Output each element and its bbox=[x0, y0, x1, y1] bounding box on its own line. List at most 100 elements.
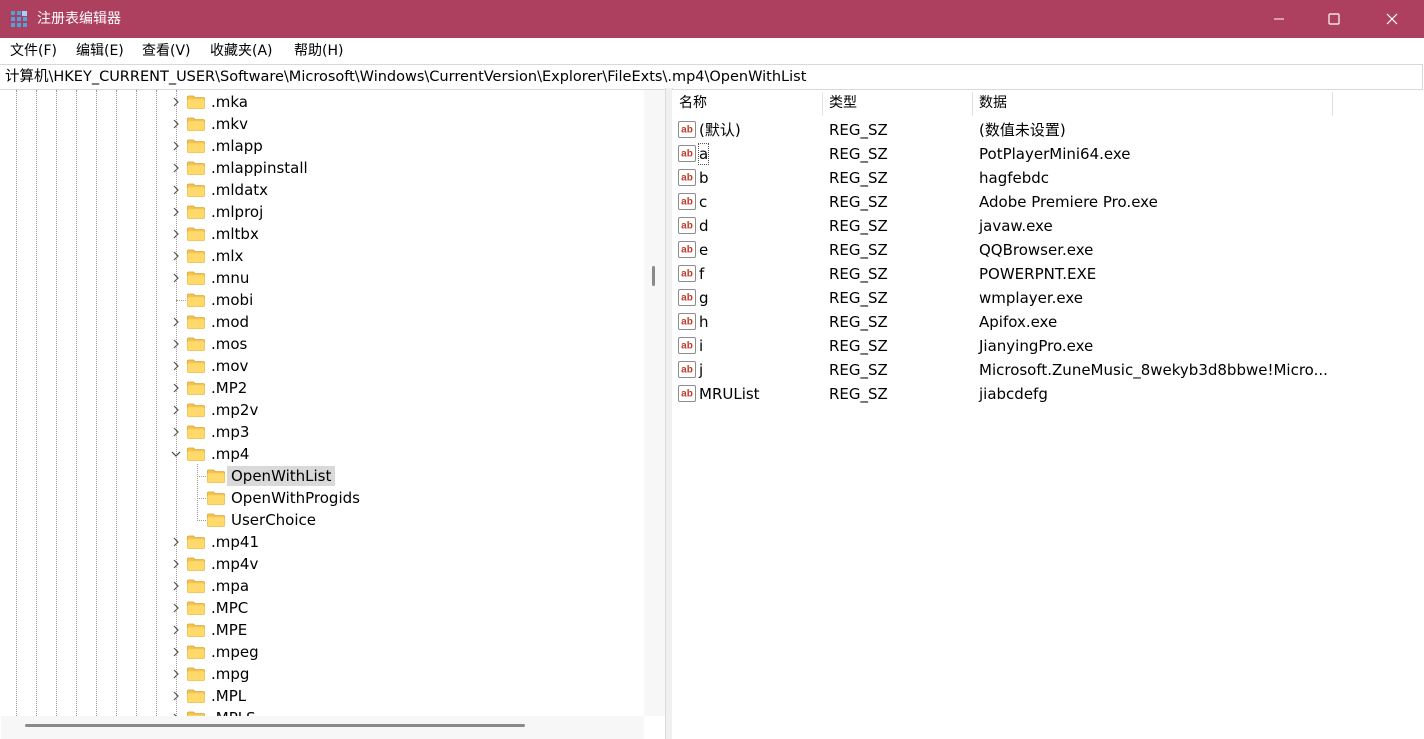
tree-item[interactable]: .mp4v bbox=[1, 553, 641, 575]
chevron-right-icon[interactable] bbox=[169, 597, 183, 619]
value-name[interactable]: e bbox=[699, 240, 708, 260]
value-row[interactable]: ab j REG_SZ Microsoft.ZuneMusic_8wekyb3d8bb… bbox=[672, 358, 1424, 382]
tree-item[interactable]: .mlappinstall bbox=[1, 157, 641, 179]
value-name[interactable]: g bbox=[699, 288, 709, 308]
tree-item[interactable]: .mov bbox=[1, 355, 641, 377]
tree-item-label[interactable]: OpenWithList bbox=[227, 466, 336, 486]
tree-item[interactable]: .mltbx bbox=[1, 223, 641, 245]
tree-item-label[interactable]: .mpeg bbox=[211, 642, 259, 662]
scroll-thumb[interactable] bbox=[652, 266, 655, 286]
tree-item-label[interactable]: .mlproj bbox=[211, 202, 263, 222]
chevron-right-icon[interactable] bbox=[169, 113, 183, 135]
maximize-button[interactable] bbox=[1305, 0, 1363, 38]
column-header-data[interactable]: 数据 bbox=[979, 90, 1007, 116]
menu-edit[interactable]: 编辑(E) bbox=[76, 42, 124, 60]
value-row[interactable]: ab e REG_SZ QQBrowser.exe bbox=[672, 238, 1424, 262]
chevron-right-icon[interactable] bbox=[169, 179, 183, 201]
tree-horizontal-scrollbar[interactable] bbox=[1, 716, 644, 739]
tree-vertical-scrollbar[interactable] bbox=[644, 90, 665, 716]
value-row[interactable]: ab b REG_SZ hagfebdc bbox=[672, 166, 1424, 190]
tree-item-label[interactable]: .mlx bbox=[211, 246, 243, 266]
menu-view[interactable]: 查看(V) bbox=[142, 42, 191, 60]
tree-item[interactable]: .mobi bbox=[1, 289, 641, 311]
tree-item[interactable]: OpenWithProgids bbox=[1, 487, 641, 509]
chevron-right-icon[interactable] bbox=[169, 201, 183, 223]
chevron-right-icon[interactable] bbox=[169, 553, 183, 575]
tree-item[interactable]: .mp2v bbox=[1, 399, 641, 421]
value-name[interactable]: (默认) bbox=[699, 120, 741, 140]
scroll-thumb[interactable] bbox=[25, 724, 525, 727]
chevron-right-icon[interactable] bbox=[169, 245, 183, 267]
chevron-right-icon[interactable] bbox=[169, 91, 183, 113]
tree-item[interactable]: .mka bbox=[1, 91, 641, 113]
chevron-right-icon[interactable] bbox=[169, 575, 183, 597]
value-row[interactable]: ab a REG_SZ PotPlayerMini64.exe bbox=[672, 142, 1424, 166]
tree-item[interactable]: .mp4 bbox=[1, 443, 641, 465]
tree-item-label[interactable]: .mp2v bbox=[211, 400, 258, 420]
tree-item[interactable]: .mpg bbox=[1, 663, 641, 685]
column-divider[interactable] bbox=[1332, 92, 1333, 116]
value-name[interactable]: j bbox=[699, 360, 703, 380]
tree-item-label[interactable]: .mpa bbox=[211, 576, 249, 596]
column-header-type[interactable]: 类型 bbox=[829, 90, 857, 116]
tree-item-label[interactable]: .MPL bbox=[211, 686, 246, 706]
menu-favorites[interactable]: 收藏夹(A) bbox=[210, 42, 273, 60]
tree-item[interactable]: .mlproj bbox=[1, 201, 641, 223]
tree-item-label[interactable]: UserChoice bbox=[231, 510, 316, 530]
tree-item-label[interactable]: .mobi bbox=[211, 290, 253, 310]
tree-item[interactable]: .MP2 bbox=[1, 377, 641, 399]
tree-item-label[interactable]: .MPC bbox=[211, 598, 248, 618]
address-path[interactable]: 计算机\HKEY_CURRENT_USER\Software\Microsoft… bbox=[5, 65, 806, 89]
value-name[interactable]: d bbox=[699, 216, 709, 236]
chevron-right-icon[interactable] bbox=[169, 223, 183, 245]
minimize-button[interactable] bbox=[1250, 0, 1308, 38]
value-row[interactable]: ab c REG_SZ Adobe Premiere Pro.exe bbox=[672, 190, 1424, 214]
tree-item[interactable]: .mpa bbox=[1, 575, 641, 597]
value-name[interactable]: b bbox=[699, 168, 709, 188]
value-name[interactable]: i bbox=[699, 336, 703, 356]
column-header-name[interactable]: 名称 bbox=[679, 90, 707, 116]
chevron-right-icon[interactable] bbox=[169, 399, 183, 421]
tree-item-label[interactable]: .mos bbox=[211, 334, 247, 354]
tree-item[interactable]: .mlapp bbox=[1, 135, 641, 157]
column-divider[interactable] bbox=[972, 92, 973, 116]
tree-item-label[interactable]: .MPE bbox=[211, 620, 247, 640]
value-row[interactable]: ab (默认) REG_SZ (数值未设置) bbox=[672, 118, 1424, 142]
chevron-right-icon[interactable] bbox=[169, 311, 183, 333]
tree-item-label[interactable]: .mlapp bbox=[211, 136, 263, 156]
chevron-right-icon[interactable] bbox=[169, 157, 183, 179]
tree-item-label[interactable]: .mkv bbox=[211, 114, 248, 134]
close-button[interactable] bbox=[1363, 0, 1421, 38]
tree-item-label[interactable]: OpenWithProgids bbox=[231, 488, 360, 508]
chevron-right-icon[interactable] bbox=[169, 333, 183, 355]
tree-item[interactable]: .mkv bbox=[1, 113, 641, 135]
value-name[interactable]: h bbox=[699, 312, 709, 332]
chevron-right-icon[interactable] bbox=[169, 641, 183, 663]
chevron-right-icon[interactable] bbox=[169, 267, 183, 289]
tree-item-label[interactable]: .mka bbox=[211, 92, 248, 112]
tree-item[interactable]: .mod bbox=[1, 311, 641, 333]
chevron-right-icon[interactable] bbox=[169, 135, 183, 157]
tree-item-label[interactable]: .mp41 bbox=[211, 532, 259, 552]
menu-help[interactable]: 帮助(H) bbox=[294, 42, 343, 60]
value-row[interactable]: ab i REG_SZ JianyingPro.exe bbox=[672, 334, 1424, 358]
tree-item-label[interactable]: .MP2 bbox=[211, 378, 247, 398]
tree-item-label[interactable]: .mp3 bbox=[211, 422, 249, 442]
tree-item-label[interactable]: .mlappinstall bbox=[211, 158, 308, 178]
tree-item-label[interactable]: .mp4 bbox=[211, 444, 249, 464]
chevron-down-icon[interactable] bbox=[169, 443, 183, 465]
chevron-right-icon[interactable] bbox=[169, 377, 183, 399]
tree-item-label[interactable]: .mldatx bbox=[211, 180, 268, 200]
value-name[interactable]: c bbox=[699, 192, 707, 212]
tree-item[interactable]: .mpeg bbox=[1, 641, 641, 663]
value-row[interactable]: ab f REG_SZ POWERPNT.EXE bbox=[672, 262, 1424, 286]
tree-item[interactable]: .MPL bbox=[1, 685, 641, 707]
tree-item[interactable]: UserChoice bbox=[1, 509, 641, 531]
value-row[interactable]: ab MRUList REG_SZ jiabcdefg bbox=[672, 382, 1424, 406]
tree-item[interactable]: .mldatx bbox=[1, 179, 641, 201]
chevron-right-icon[interactable] bbox=[169, 619, 183, 641]
column-divider[interactable] bbox=[822, 92, 823, 116]
chevron-right-icon[interactable] bbox=[169, 663, 183, 685]
chevron-right-icon[interactable] bbox=[169, 421, 183, 443]
tree-item[interactable]: .mp3 bbox=[1, 421, 641, 443]
